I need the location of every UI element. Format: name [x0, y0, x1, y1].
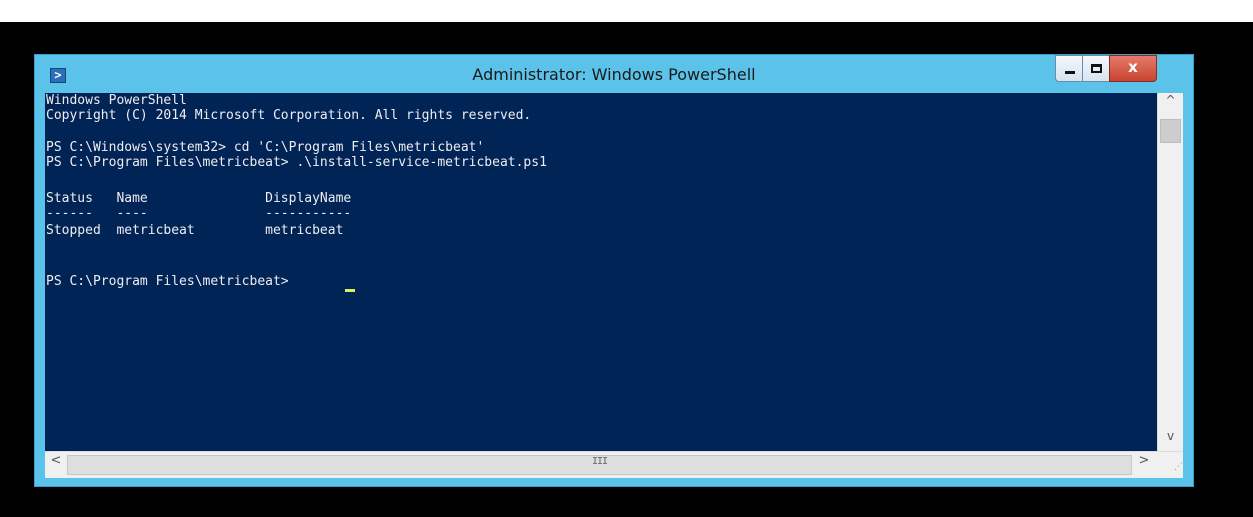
console-line: Copyright (C) 2014 Microsoft Corporation… — [46, 108, 532, 123]
horizontal-scroll-thumb[interactable]: III — [67, 455, 1132, 475]
scroll-down-icon[interactable]: v — [1158, 429, 1183, 451]
scroll-left-icon[interactable]: < — [45, 453, 67, 477]
console-line: Stopped metricbeat metricbeat — [46, 223, 344, 238]
console-output[interactable]: Windows PowerShell Copyright (C) 2014 Mi… — [45, 93, 1157, 451]
scroll-up-icon[interactable]: ^ — [1158, 93, 1183, 115]
powershell-window: > Administrator: Windows PowerShell x Wi… — [34, 54, 1194, 487]
console-line: PS C:\Program Files\metricbeat> .\instal… — [46, 155, 547, 170]
vertical-scrollbar[interactable]: ^ v — [1157, 93, 1183, 451]
console-prompt: PS C:\Program Files\metricbeat> — [46, 274, 297, 289]
close-button[interactable]: x — [1109, 55, 1157, 82]
text-cursor — [345, 289, 355, 292]
horizontal-scrollbar[interactable]: < III > — [45, 451, 1157, 478]
console-client-area: Windows PowerShell Copyright (C) 2014 Mi… — [45, 93, 1183, 478]
window-title: Administrator: Windows PowerShell — [472, 65, 756, 84]
vertical-scroll-thumb[interactable] — [1160, 119, 1181, 143]
console-line: PS C:\Windows\system32> cd 'C:\Program F… — [46, 140, 485, 155]
maximize-icon — [1091, 64, 1102, 73]
desktop-top-strip — [0, 0, 1253, 22]
console-line: ------ ---- ----------- — [46, 206, 352, 221]
scroll-grip-icon: III — [591, 456, 608, 467]
close-icon: x — [1128, 58, 1138, 76]
title-bar[interactable]: > Administrator: Windows PowerShell x — [35, 55, 1193, 93]
minimize-button[interactable] — [1055, 55, 1083, 82]
maximize-button[interactable] — [1082, 55, 1110, 82]
minimize-icon — [1065, 71, 1075, 74]
console-line: Windows PowerShell — [46, 93, 187, 108]
console-line: Status Name DisplayName — [46, 191, 352, 206]
resize-grip-icon[interactable]: ⋰ — [1157, 451, 1183, 478]
scroll-right-icon[interactable]: > — [1133, 453, 1155, 477]
